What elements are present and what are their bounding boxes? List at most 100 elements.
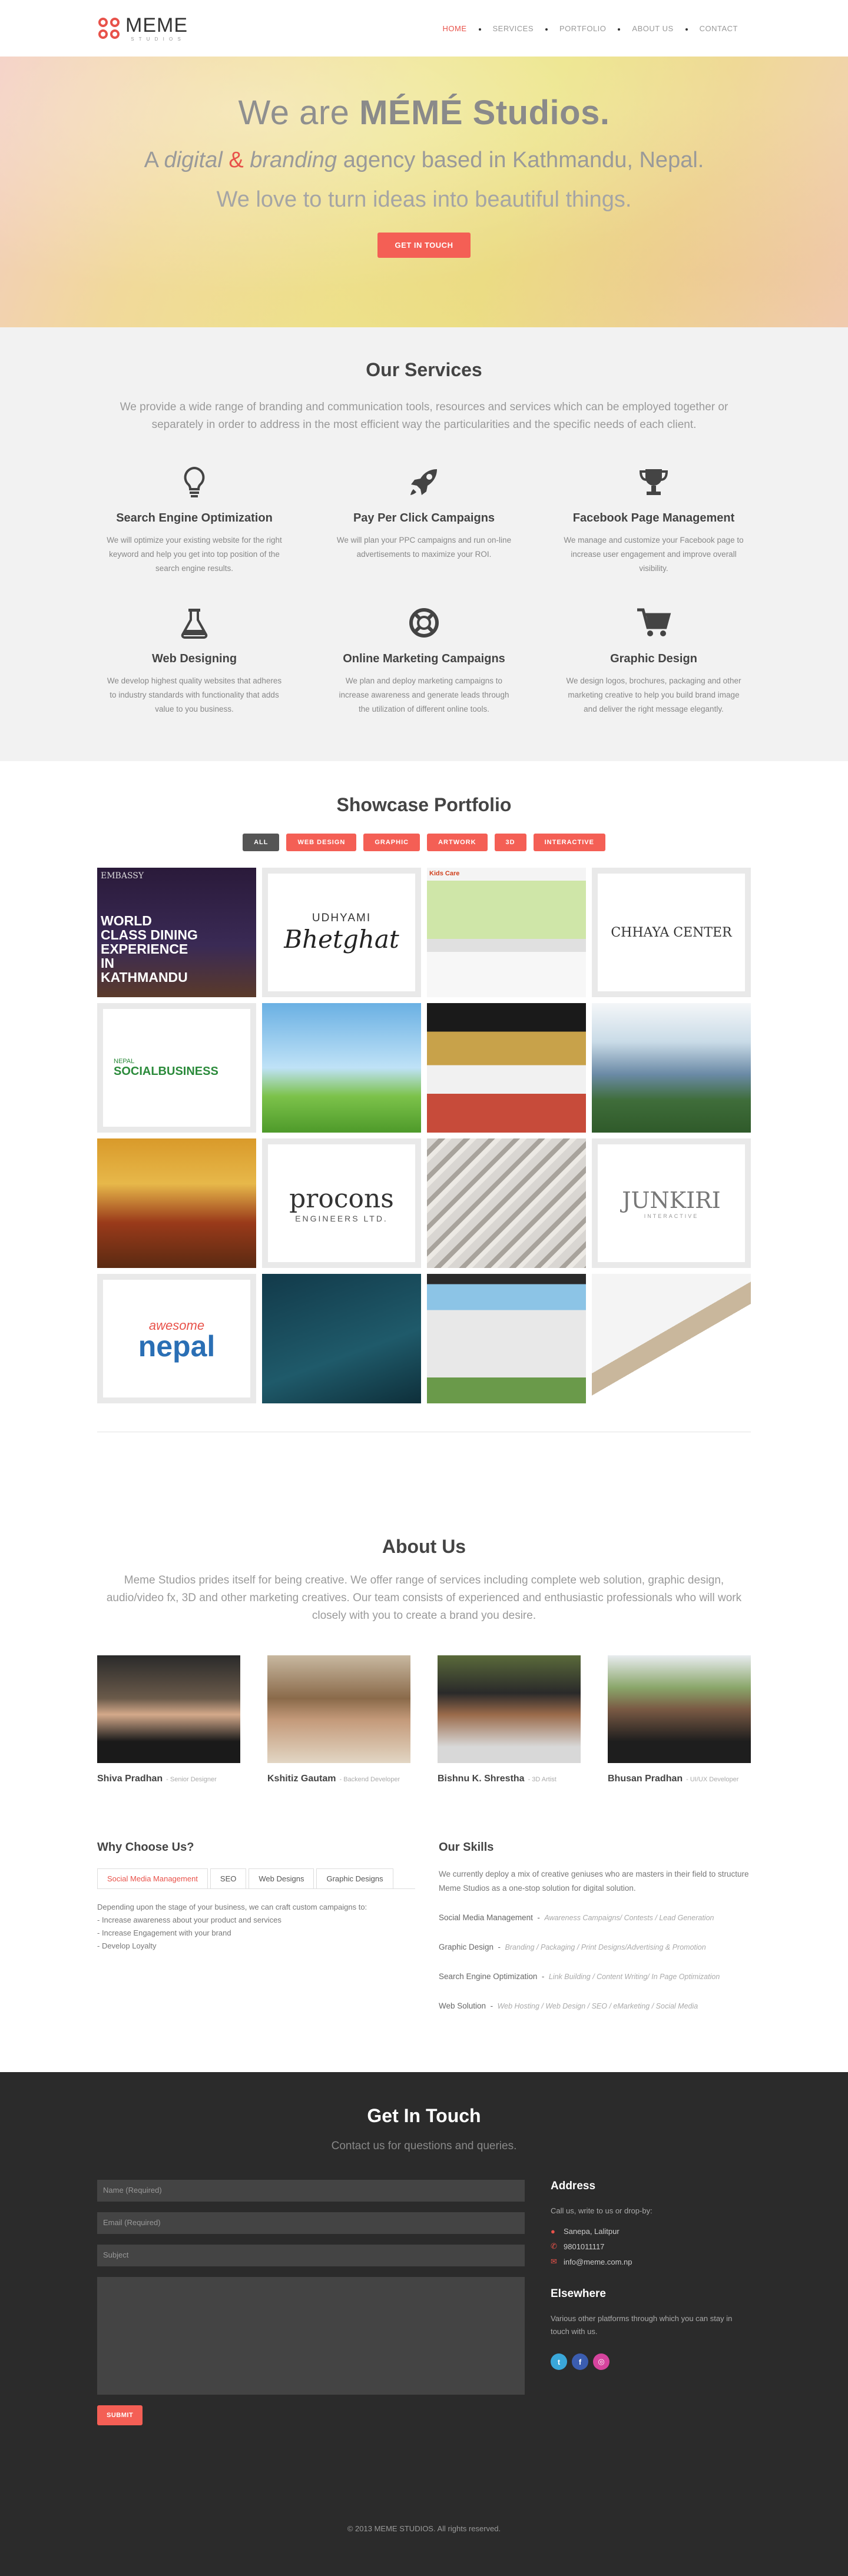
portfolio-item-mountains[interactable]	[592, 1003, 751, 1133]
filter-all[interactable]: ALL	[243, 834, 280, 851]
tab-social-media[interactable]: Social Media Management	[97, 1868, 208, 1888]
portfolio-item-landscape[interactable]	[262, 1003, 421, 1133]
avatar	[97, 1655, 240, 1763]
filter-interactive[interactable]: INTERACTIVE	[533, 834, 605, 851]
tile-label: JUNKIRI	[622, 1187, 721, 1213]
service-item: Online Marketing Campaigns We plan and d…	[327, 605, 521, 716]
skill-detail: Awareness Campaigns/ Contests / Lead Gen…	[544, 1914, 714, 1922]
tile-label: Kids Care	[429, 870, 460, 877]
about-title: About Us	[382, 1536, 466, 1557]
service-text: We will optimize your existing website f…	[107, 536, 282, 573]
filter-artwork[interactable]: ARTWORK	[427, 834, 488, 851]
filter-web-design[interactable]: WEB DESIGN	[286, 834, 357, 851]
skill-item: Search Engine Optimization - Link Buildi…	[439, 1972, 720, 1981]
service-title: Online Marketing Campaigns	[343, 652, 505, 665]
portfolio-item-social-business[interactable]: NEPAL SOCIALBUSINESS	[97, 1003, 256, 1133]
portfolio-item-3d-buildings[interactable]	[427, 1138, 586, 1268]
service-text: We plan and deploy marketing campaigns t…	[339, 676, 509, 713]
elsewhere-text: Various other platforms through which yo…	[551, 2314, 733, 2336]
why-intro: Depending upon the stage of your busines…	[97, 1903, 367, 1911]
phone-row: ✆ 9801011117	[551, 2242, 751, 2251]
portfolio-item-junkiri[interactable]: JUNKIRI INTERACTIVE	[592, 1138, 751, 1268]
facebook-icon[interactable]: f	[572, 2353, 588, 2370]
why-tabs: Social Media Management SEO Web Designs …	[97, 1868, 415, 1889]
portfolio-filters: ALL WEB DESIGN GRAPHIC ARTWORK 3D INTERA…	[97, 834, 751, 851]
skill-name: Graphic Design	[439, 1943, 494, 1951]
service-title: Pay Per Click Campaigns	[353, 512, 495, 525]
flask-icon	[97, 605, 292, 640]
team-member: Kshitiz Gautam - Backend Developer	[267, 1655, 410, 1784]
portfolio-item-singing-bowl[interactable]	[427, 1003, 586, 1133]
service-text: We develop highest quality websites that…	[107, 676, 282, 713]
portfolio-item-building[interactable]	[427, 1274, 586, 1403]
map-pin-icon: ●	[551, 2227, 555, 2236]
subject-field[interactable]: Subject	[97, 2245, 525, 2266]
service-title: Web Designing	[151, 652, 237, 665]
avatar	[438, 1655, 581, 1763]
brand-name: MEME	[125, 14, 188, 36]
get-in-touch-button[interactable]: GET IN TOUCH	[377, 233, 471, 258]
skill-detail: Web Hosting / Web Design / SEO / eMarket…	[497, 2002, 698, 2010]
tile-caption: Bhetghat	[284, 924, 399, 954]
skill-name: Social Media Management	[439, 1913, 533, 1922]
service-item: Pay Per Click Campaigns We will plan you…	[327, 464, 521, 576]
lightbulb-icon	[97, 464, 292, 500]
service-item: Graphic Design We design logos, brochure…	[556, 605, 751, 716]
twitter-icon[interactable]: t	[551, 2353, 567, 2370]
email-text[interactable]: info@meme.com.np	[564, 2258, 632, 2266]
nav-home[interactable]: HOME	[430, 24, 480, 33]
message-textarea[interactable]	[97, 2277, 525, 2395]
site-header: MEME S T U D I O S HOME SERVICES PORTFOL…	[0, 0, 848, 57]
contact-sidebar: Address Call us, write to us or drop-by:…	[551, 2180, 751, 2425]
portfolio-item-chhaya[interactable]: CHHAYA CENTER	[592, 868, 751, 997]
brand-logo[interactable]: MEME S T U D I O S	[97, 15, 188, 42]
team-member: Bishnu K. Shrestha - 3D Artist	[438, 1655, 581, 1784]
portfolio-item-construction[interactable]	[262, 1274, 421, 1403]
portfolio-item-bhetghat[interactable]: UDHYAMI Bhetghat	[262, 868, 421, 997]
service-text: We design logos, brochures, packaging an…	[566, 676, 741, 713]
name-field[interactable]: Name (Required)	[97, 2180, 525, 2202]
service-text: We manage and customize your Facebook pa…	[564, 536, 744, 573]
copyright-text: © 2013 MEME STUDIOS. All rights reserved…	[347, 2524, 501, 2533]
why-point: - Increase Engagement with your brand	[97, 1928, 231, 1937]
tile-label: CHHAYA CENTER	[611, 925, 732, 940]
lifebuoy-icon	[327, 605, 521, 640]
portfolio-item-embassy[interactable]: EMBASSY WORLD CLASS DINING EXPERIENCE IN…	[97, 868, 256, 997]
nav-about[interactable]: ABOUT US	[618, 24, 686, 33]
service-item: Facebook Page Management We manage and c…	[556, 464, 751, 576]
nav-services[interactable]: SERVICES	[478, 24, 547, 33]
portfolio-item-temple[interactable]	[97, 1138, 256, 1268]
contact-form: Name (Required) Email (Required) Subject…	[97, 2180, 525, 2425]
portfolio-item-awesome-nepal[interactable]: awesome nepal	[97, 1274, 256, 1403]
skills-intro: We currently deploy a mix of creative ge…	[439, 1870, 749, 1893]
tile-caption: ENGINEERS LTD.	[295, 1213, 388, 1223]
tab-graphic-designs[interactable]: Graphic Designs	[316, 1868, 393, 1888]
member-name: Kshitiz Gautam	[267, 1774, 336, 1784]
filter-3d[interactable]: 3D	[494, 834, 526, 851]
email-field[interactable]: Email (Required)	[97, 2212, 525, 2234]
tab-web-designs[interactable]: Web Designs	[249, 1868, 314, 1888]
main-nav: HOME SERVICES PORTFOLIO ABOUT US CONTACT	[430, 24, 751, 33]
member-role: - 3D Artist	[528, 1776, 556, 1783]
contact-section: Get In Touch Contact us for questions an…	[0, 2072, 848, 2517]
address-intro: Call us, write to us or drop-by:	[551, 2206, 652, 2215]
instagram-icon[interactable]: ◎	[593, 2353, 610, 2370]
envelope-icon: ✉	[551, 2257, 557, 2266]
filter-graphic[interactable]: GRAPHIC	[363, 834, 420, 851]
skill-detail: Link Building / Content Writing/ In Page…	[548, 1973, 720, 1981]
service-item: Web Designing We develop highest quality…	[97, 605, 292, 716]
member-role: - UI/UX Developer	[686, 1776, 739, 1783]
portfolio-item-kids-care[interactable]: Kids Care	[427, 868, 586, 997]
portfolio-item-procons[interactable]: procons ENGINEERS LTD.	[262, 1138, 421, 1268]
tab-seo[interactable]: SEO	[210, 1868, 247, 1888]
why-point: - Develop Loyalty	[97, 1941, 157, 1950]
submit-button[interactable]: SUBMIT	[97, 2405, 143, 2425]
nav-contact[interactable]: CONTACT	[685, 24, 751, 33]
cart-icon	[556, 605, 751, 640]
portfolio-item-stationery[interactable]	[592, 1274, 751, 1403]
skill-detail: Branding / Packaging / Print Designs/Adv…	[505, 1943, 706, 1951]
nav-portfolio[interactable]: PORTFOLIO	[545, 24, 619, 33]
hero-subline: We love to turn ideas into beautiful thi…	[216, 187, 632, 212]
service-title: Search Engine Optimization	[116, 512, 273, 525]
why-skills-section: Why Choose Us? Social Media Management S…	[0, 1784, 848, 2072]
